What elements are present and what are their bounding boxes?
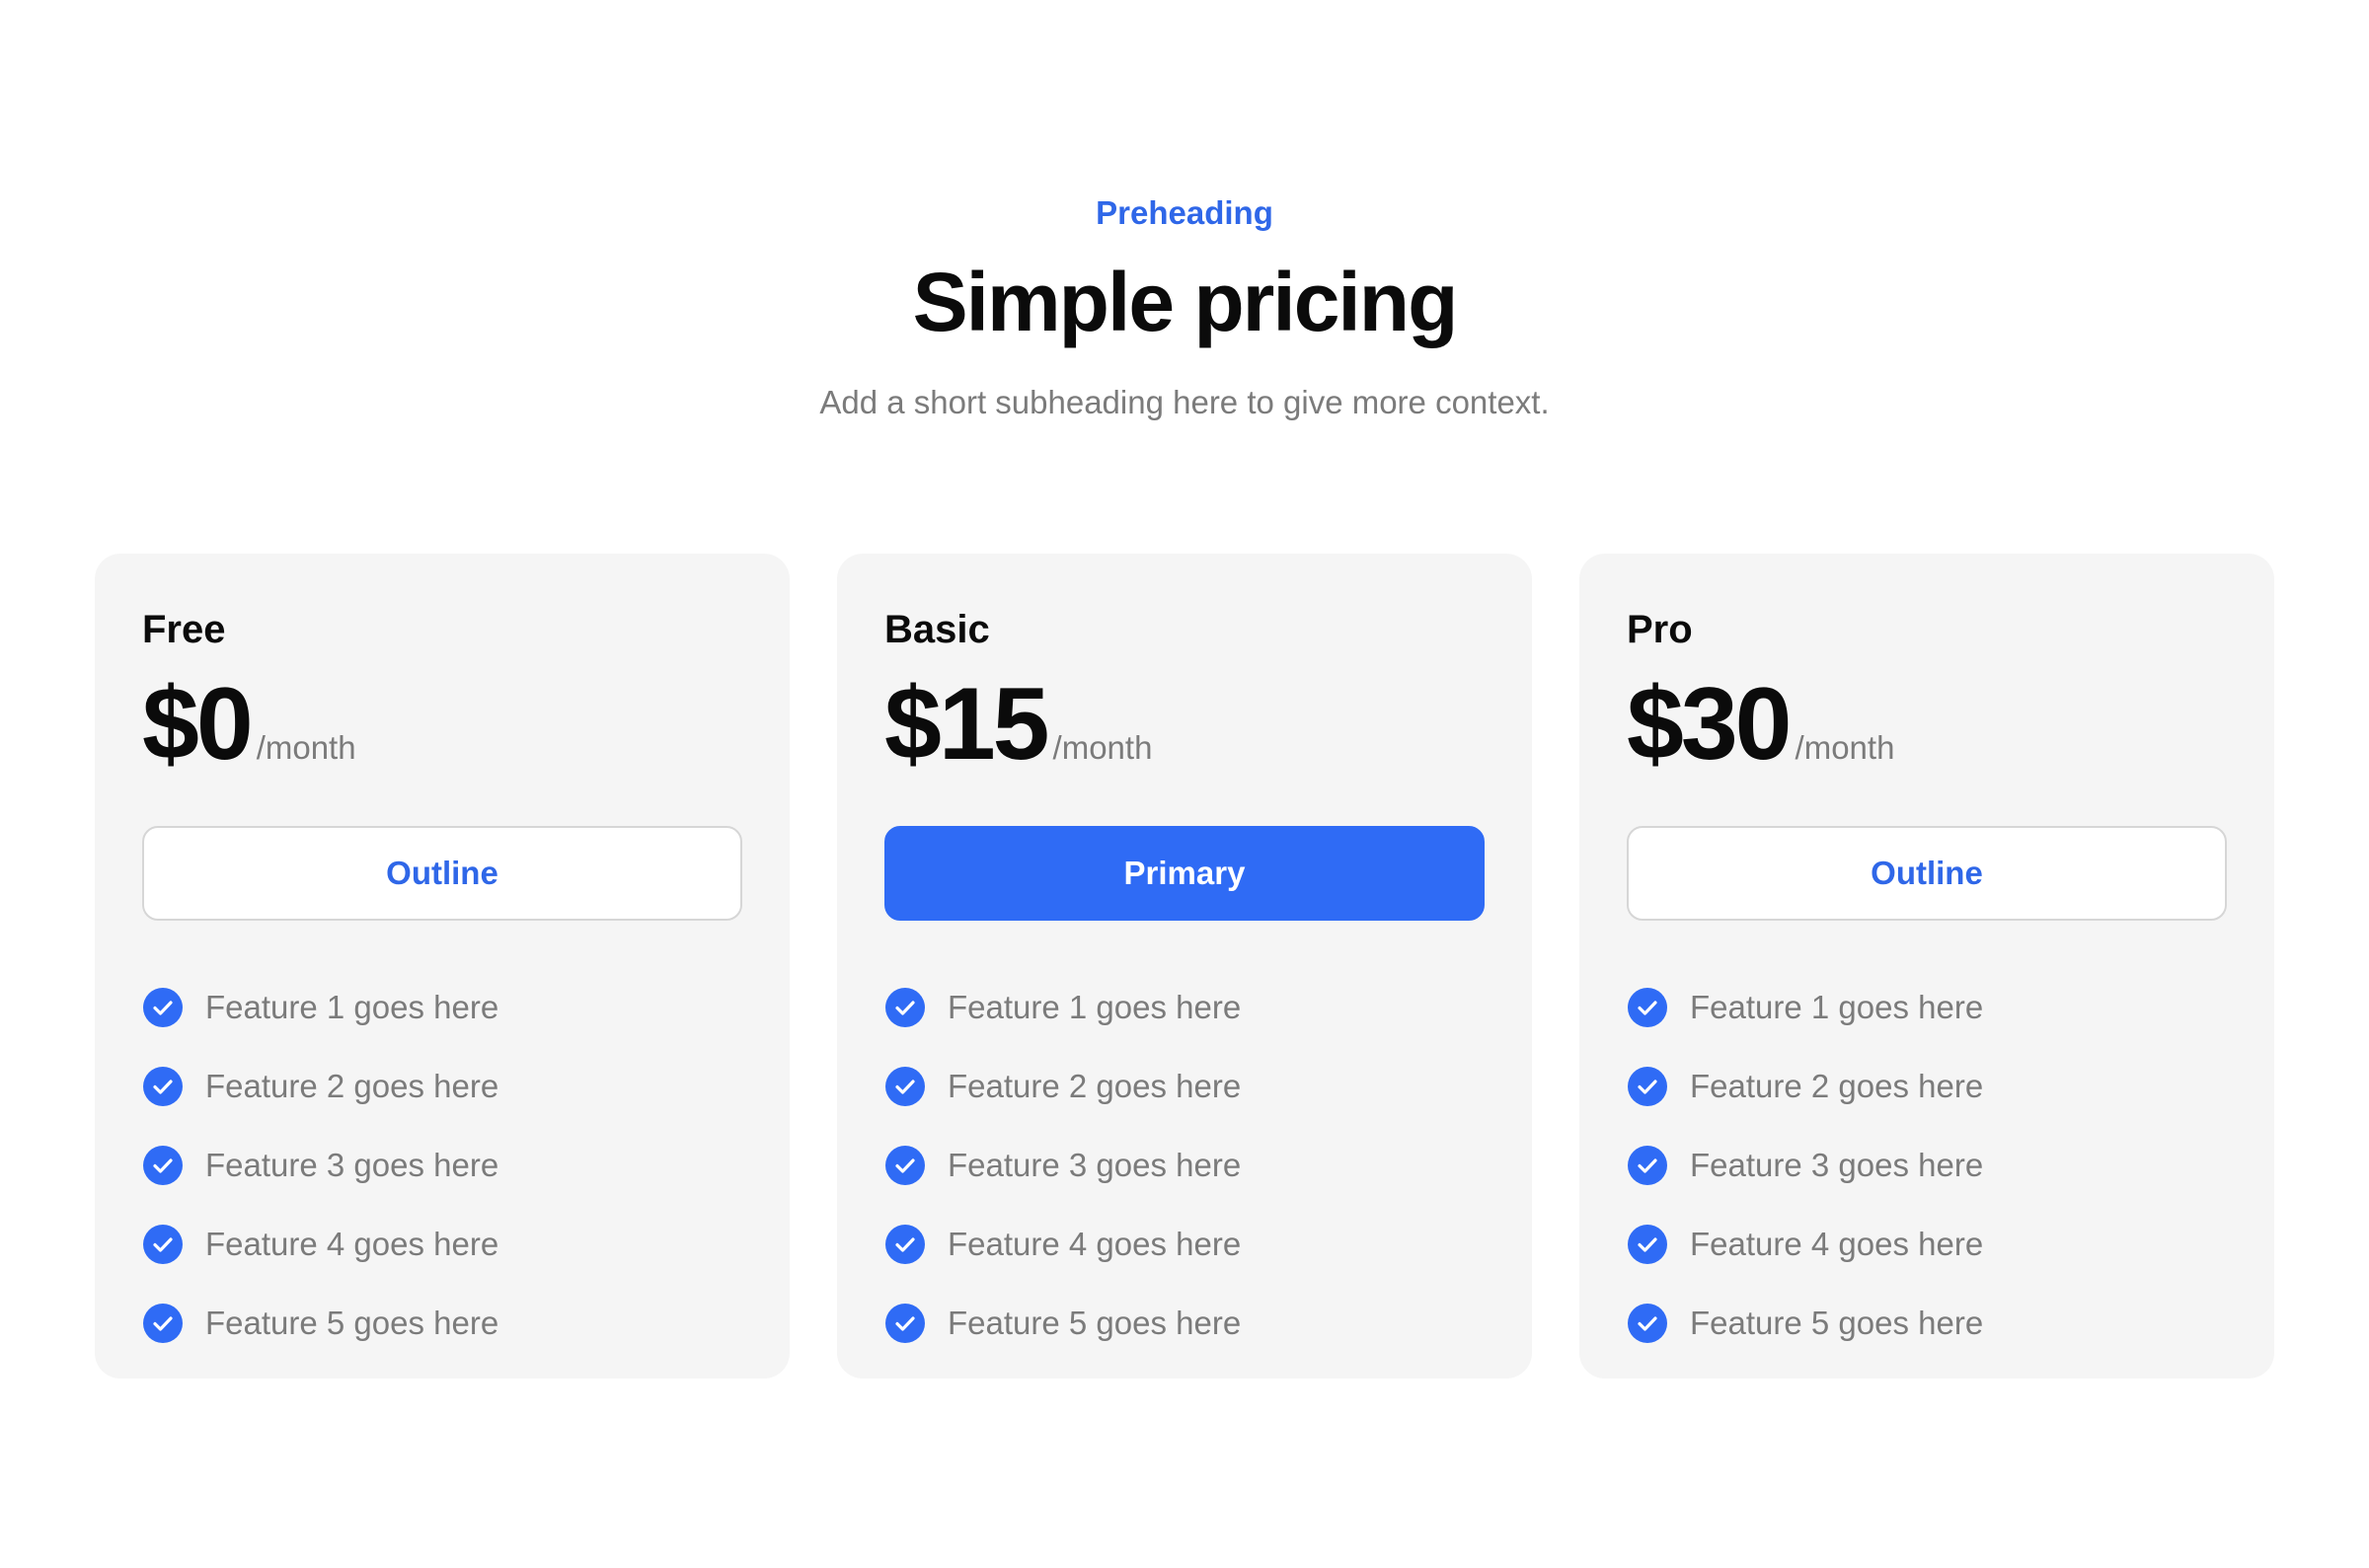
check-circle-icon (1628, 1146, 1667, 1185)
subheading: Add a short subheading here to give more… (819, 384, 1550, 420)
check-circle-icon (885, 1146, 925, 1185)
feature-item: Feature 5 goes here (884, 1284, 1241, 1363)
feature-label: Feature 5 goes here (205, 1305, 499, 1341)
feature-item: Feature 4 goes here (142, 1205, 498, 1284)
pricing-card-free: Free $0 /month Outline Feature 1 goes he… (95, 554, 790, 1379)
plan-name: Pro (1627, 608, 1693, 651)
feature-item: Feature 2 goes here (1627, 1047, 1983, 1126)
feature-item: Feature 1 goes here (1627, 968, 1983, 1047)
feature-label: Feature 2 goes here (1690, 1068, 1984, 1104)
feature-label: Feature 1 goes here (205, 989, 499, 1025)
price-period: /month (256, 729, 356, 766)
feature-label: Feature 1 goes here (1690, 989, 1984, 1025)
check-circle-icon (1628, 1067, 1667, 1106)
price-period: /month (1795, 729, 1895, 766)
feature-label: Feature 4 goes here (1690, 1226, 1984, 1262)
feature-item: Feature 5 goes here (1627, 1284, 1983, 1363)
preheading: Preheading (1096, 194, 1273, 231)
price-row: $30 /month (1627, 670, 1894, 779)
price-period: /month (1052, 729, 1153, 766)
outline-button[interactable]: Outline (1627, 826, 2227, 921)
pricing-card-basic: Basic $15 /month Primary Feature 1 goes … (837, 554, 1532, 1379)
plan-price: $0 (142, 667, 254, 782)
check-circle-icon (143, 1146, 183, 1185)
price-row: $15 /month (884, 670, 1152, 779)
feature-list: Feature 1 goes here Feature 2 goes here … (884, 968, 1241, 1363)
feature-item: Feature 5 goes here (142, 1284, 498, 1363)
feature-label: Feature 3 goes here (1690, 1147, 1984, 1183)
feature-item: Feature 3 goes here (142, 1126, 498, 1205)
feature-label: Feature 4 goes here (205, 1226, 499, 1262)
plan-name: Basic (884, 608, 990, 651)
check-circle-icon (1628, 1225, 1667, 1264)
feature-item: Feature 3 goes here (1627, 1126, 1983, 1205)
feature-item: Feature 1 goes here (884, 968, 1241, 1047)
check-circle-icon (885, 1304, 925, 1343)
feature-label: Feature 2 goes here (948, 1068, 1242, 1104)
feature-item: Feature 2 goes here (142, 1047, 498, 1126)
plan-name: Free (142, 608, 226, 651)
feature-item: Feature 3 goes here (884, 1126, 1241, 1205)
feature-item: Feature 2 goes here (884, 1047, 1241, 1126)
plan-price: $30 (1627, 667, 1793, 782)
feature-list: Feature 1 goes here Feature 2 goes here … (142, 968, 498, 1363)
check-circle-icon (143, 988, 183, 1027)
check-circle-icon (143, 1225, 183, 1264)
check-circle-icon (885, 1067, 925, 1106)
check-circle-icon (885, 1225, 925, 1264)
page-title: Simple pricing (912, 256, 1459, 348)
feature-list: Feature 1 goes here Feature 2 goes here … (1627, 968, 1983, 1363)
feature-item: Feature 4 goes here (1627, 1205, 1983, 1284)
check-circle-icon (885, 988, 925, 1027)
pricing-page: Preheading Simple pricing Add a short su… (0, 0, 2369, 1568)
outline-button[interactable]: Outline (142, 826, 742, 921)
feature-label: Feature 3 goes here (948, 1147, 1242, 1183)
feature-label: Feature 4 goes here (948, 1226, 1242, 1262)
plan-price: $15 (884, 667, 1050, 782)
check-circle-icon (1628, 1304, 1667, 1343)
check-circle-icon (143, 1067, 183, 1106)
check-circle-icon (1628, 988, 1667, 1027)
price-row: $0 /month (142, 670, 356, 779)
feature-label: Feature 3 goes here (205, 1147, 499, 1183)
primary-button[interactable]: Primary (884, 826, 1485, 921)
feature-label: Feature 5 goes here (1690, 1305, 1984, 1341)
check-circle-icon (143, 1304, 183, 1343)
feature-label: Feature 1 goes here (948, 989, 1242, 1025)
feature-item: Feature 1 goes here (142, 968, 498, 1047)
feature-label: Feature 5 goes here (948, 1305, 1242, 1341)
feature-item: Feature 4 goes here (884, 1205, 1241, 1284)
feature-label: Feature 2 goes here (205, 1068, 499, 1104)
pricing-card-pro: Pro $30 /month Outline Feature 1 goes he… (1579, 554, 2274, 1379)
